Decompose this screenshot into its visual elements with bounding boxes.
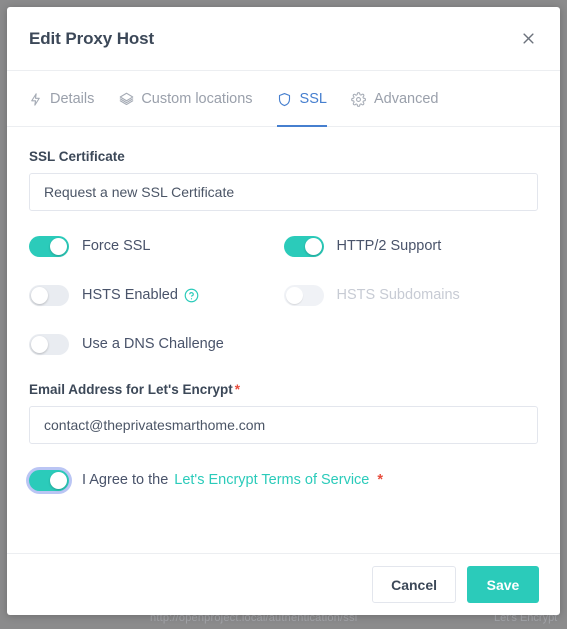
dialog-body: SSL Certificate Request a new SSL Certif…: [7, 127, 560, 553]
email-section: Email Address for Let's Encrypt * contact…: [29, 382, 538, 444]
toggle-knob: [31, 286, 48, 304]
tab-custom-locations-label: Custom locations: [141, 91, 253, 107]
terms-required-marker: *: [377, 472, 384, 488]
tab-details-label: Details: [50, 91, 95, 107]
close-icon[interactable]: [515, 26, 541, 52]
terms-of-service-link[interactable]: Let's Encrypt Terms of Service: [174, 472, 369, 488]
tab-advanced-label: Advanced: [373, 91, 439, 107]
toggle-knob: [285, 286, 303, 304]
toggle-row-hsts-enabled[interactable]: HSTS Enabled: [29, 280, 284, 310]
http2-support-toggle[interactable]: [283, 235, 324, 257]
dns-challenge-toggle[interactable]: [29, 333, 69, 355]
hsts-enabled-text: HSTS Enabled: [82, 287, 178, 303]
dialog-tabs: Details Custom locations SSL Advanced: [7, 70, 560, 127]
bolt-icon: [27, 91, 43, 107]
ssl-certificate-select[interactable]: Request a new SSL Certificate: [29, 173, 538, 211]
toggle-knob: [50, 471, 67, 489]
ssl-certificate-label: SSL Certificate: [29, 149, 125, 164]
ssl-certificate-value: Request a new SSL Certificate: [44, 184, 235, 200]
tab-ssl-label: SSL: [299, 91, 327, 107]
hsts-enabled-toggle[interactable]: [29, 284, 69, 306]
email-label-text: Email Address for Let's Encrypt: [29, 382, 233, 397]
dialog-footer: Cancel Save: [7, 553, 560, 615]
tab-ssl[interactable]: SSL: [265, 71, 339, 127]
email-value: contact@theprivatesmarthome.com: [44, 417, 266, 433]
toggle-knob: [304, 237, 322, 255]
terms-agree-toggle[interactable]: [29, 469, 69, 491]
cancel-button[interactable]: Cancel: [372, 566, 456, 603]
dns-challenge-label: Use a DNS Challenge: [82, 336, 224, 352]
layers-icon: [118, 91, 134, 107]
toggle-row-force-ssl[interactable]: Force SSL: [29, 231, 284, 261]
toggle-row-hsts-subdomains: HSTS Subdomains: [283, 280, 539, 310]
tab-details[interactable]: Details: [27, 71, 106, 127]
toggle-row-dns-challenge[interactable]: Use a DNS Challenge: [29, 329, 538, 359]
toggle-row-http2-support[interactable]: HTTP/2 Support: [283, 231, 539, 261]
dialog-header: Edit Proxy Host: [7, 7, 560, 70]
hsts-subdomains-toggle: [283, 284, 324, 306]
http2-support-label: HTTP/2 Support: [336, 238, 442, 254]
hsts-enabled-label: HSTS Enabled: [82, 287, 199, 303]
email-label: Email Address for Let's Encrypt *: [29, 382, 538, 397]
toggle-knob: [50, 237, 67, 255]
save-button[interactable]: Save: [467, 566, 539, 603]
dialog-title: Edit Proxy Host: [29, 28, 155, 48]
toggle-knob: [31, 335, 48, 353]
terms-prefix-text: I Agree to the: [82, 472, 169, 488]
email-required-marker: *: [234, 382, 241, 397]
gear-icon: [351, 91, 367, 107]
tab-custom-locations[interactable]: Custom locations: [106, 71, 264, 127]
email-field[interactable]: contact@theprivatesmarthome.com: [29, 406, 538, 444]
terms-agree-label: I Agree to the Let's Encrypt Terms of Se…: [82, 472, 383, 488]
ssl-options-group: Force SSL HTTP/2 Support HSTS Enabled HS…: [29, 231, 538, 378]
help-circle-icon[interactable]: [184, 288, 199, 303]
tab-advanced[interactable]: Advanced: [339, 71, 451, 127]
force-ssl-toggle[interactable]: [29, 235, 69, 257]
hsts-subdomains-label: HSTS Subdomains: [336, 287, 460, 303]
shield-icon: [277, 91, 293, 107]
toggle-row-terms-of-service[interactable]: I Agree to the Let's Encrypt Terms of Se…: [29, 465, 538, 495]
force-ssl-label: Force SSL: [82, 238, 151, 254]
edit-proxy-host-dialog: Edit Proxy Host Details Custom locations…: [7, 7, 560, 615]
